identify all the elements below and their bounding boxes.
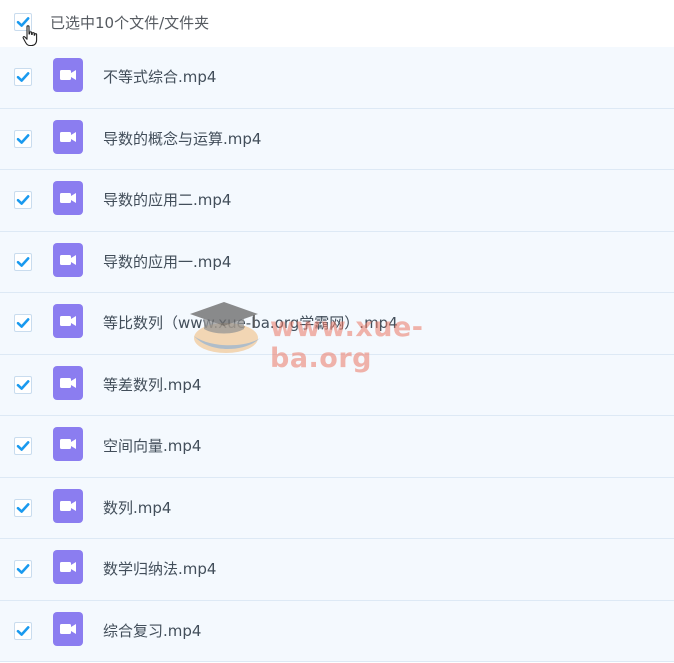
video-file-icon xyxy=(53,181,83,219)
file-list: 不等式综合.mp4 导数的概念与运算.mp4 导数的应用二.mp4 导数的应用一… xyxy=(0,47,674,662)
file-row-3[interactable]: 导数的应用二.mp4 xyxy=(0,170,674,232)
video-file-icon xyxy=(53,304,83,342)
video-file-icon xyxy=(53,242,83,281)
file-name: 等差数列.mp4 xyxy=(103,375,202,394)
check-icon xyxy=(16,195,30,206)
file-row-1[interactable]: 不等式综合.mp4 xyxy=(0,47,674,109)
video-file-icon xyxy=(53,550,83,588)
hand-cursor-icon xyxy=(22,25,38,47)
file-name: 导数的应用一.mp4 xyxy=(103,252,232,271)
selection-summary: 已选中10个文件/文件夹 xyxy=(50,14,210,32)
video-file-icon xyxy=(53,58,83,96)
video-file-icon xyxy=(53,119,83,158)
file-name: 不等式综合.mp4 xyxy=(103,68,217,87)
file-checkbox[interactable] xyxy=(14,498,32,517)
file-name: 数学归纳法.mp4 xyxy=(103,560,217,579)
file-row-9[interactable]: 数学归纳法.mp4 xyxy=(0,539,674,601)
check-icon xyxy=(16,441,30,452)
file-checkbox[interactable] xyxy=(14,375,32,394)
selection-header: 已选中10个文件/文件夹 xyxy=(0,0,674,47)
check-icon xyxy=(16,318,30,329)
file-name: 空间向量.mp4 xyxy=(103,437,202,456)
video-file-icon xyxy=(53,488,83,527)
video-file-icon xyxy=(53,611,83,650)
video-file-icon xyxy=(53,365,83,404)
file-name: 综合复习.mp4 xyxy=(103,621,202,640)
file-row-8[interactable]: 数列.mp4 xyxy=(0,477,674,539)
file-name: 导数的概念与运算.mp4 xyxy=(103,129,262,148)
check-icon xyxy=(16,502,30,513)
file-checkbox[interactable] xyxy=(14,129,32,148)
file-row-4[interactable]: 导数的应用一.mp4 xyxy=(0,231,674,293)
file-checkbox[interactable] xyxy=(14,560,32,579)
file-row-6[interactable]: 等差数列.mp4 xyxy=(0,354,674,416)
file-name: 导数的应用二.mp4 xyxy=(103,191,232,210)
file-checkbox[interactable] xyxy=(14,314,32,333)
check-icon xyxy=(16,564,30,575)
file-checkbox[interactable] xyxy=(14,621,32,640)
file-row-2[interactable]: 导数的概念与运算.mp4 xyxy=(0,108,674,170)
file-row-7[interactable]: 空间向量.mp4 xyxy=(0,416,674,478)
check-icon xyxy=(16,625,30,636)
check-icon xyxy=(16,72,30,83)
file-checkbox[interactable] xyxy=(14,191,32,210)
file-row-5[interactable]: 等比数列（www.xue-ba.org学霸网）.mp4 xyxy=(0,293,674,355)
file-checkbox[interactable] xyxy=(14,437,32,456)
file-checkbox[interactable] xyxy=(14,252,32,271)
file-name: 等比数列（www.xue-ba.org学霸网）.mp4 xyxy=(103,314,398,333)
file-checkbox[interactable] xyxy=(14,68,32,87)
check-icon xyxy=(16,133,30,144)
file-name: 数列.mp4 xyxy=(103,498,172,517)
check-icon xyxy=(16,379,30,390)
check-icon xyxy=(16,256,30,267)
file-row-10[interactable]: 综合复习.mp4 xyxy=(0,600,674,662)
video-file-icon xyxy=(53,427,83,465)
